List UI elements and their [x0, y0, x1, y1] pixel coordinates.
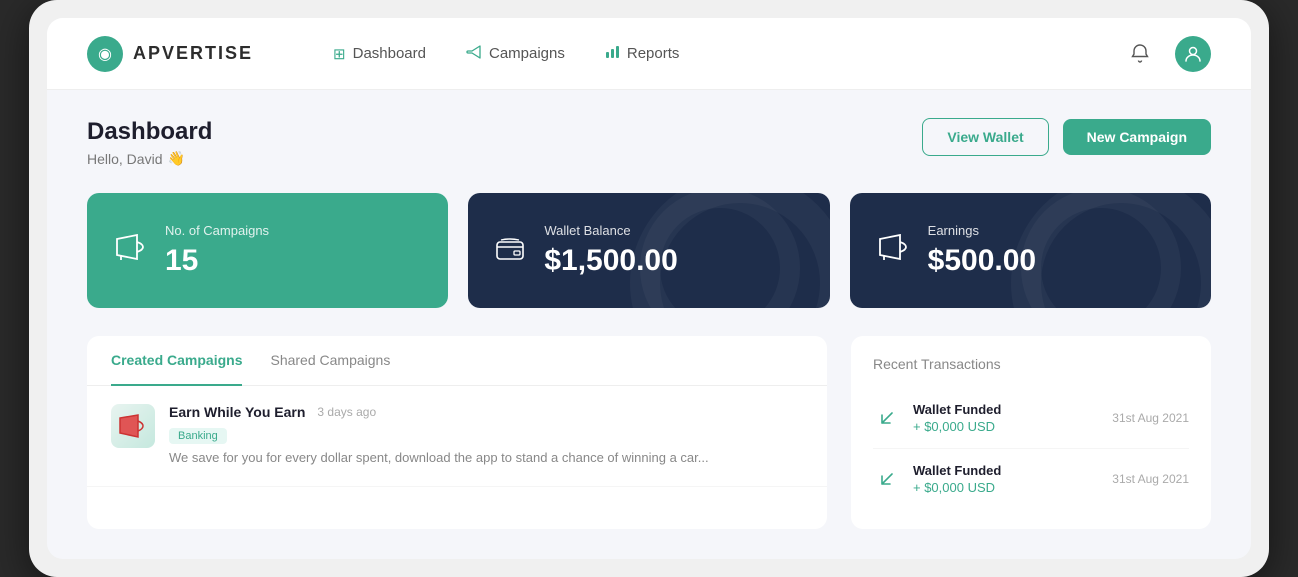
- tx-info-2: Wallet Funded + $0,000 USD: [913, 463, 1100, 495]
- dashboard-icon: ⊞: [333, 45, 346, 63]
- campaign-time: 3 days ago: [317, 405, 376, 419]
- user-avatar-button[interactable]: [1175, 36, 1211, 72]
- page-actions: View Wallet New Campaign: [922, 118, 1211, 156]
- campaign-thumb: [111, 404, 155, 448]
- wallet-stat-label: Wallet Balance: [544, 223, 677, 238]
- transactions-panel-title: Recent Transactions: [873, 356, 1189, 372]
- wallet-stat-value: $1,500.00: [544, 244, 677, 278]
- page-subtitle: Hello, David 👋: [87, 150, 212, 167]
- stat-info-wallet: Wallet Balance $1,500.00: [544, 223, 677, 278]
- page-title-area: Dashboard Hello, David 👋: [87, 118, 212, 167]
- tab-created-campaigns[interactable]: Created Campaigns: [111, 336, 242, 386]
- main-content: Dashboard Hello, David 👋 View Wallet New…: [47, 90, 1251, 559]
- lower-section: Created Campaigns Shared Campaigns: [87, 336, 1211, 529]
- tx-amount-1: + $0,000 USD: [913, 419, 1100, 434]
- nav-link-reports[interactable]: Reports: [605, 38, 680, 69]
- device-frame: ◉ APVERTISE ⊞ Dashboard Campaigns: [29, 0, 1269, 577]
- transaction-item-2: Wallet Funded + $0,000 USD 31st Aug 2021: [873, 449, 1189, 509]
- nav-link-campaigns[interactable]: Campaigns: [466, 39, 565, 69]
- campaign-name: Earn While You Earn: [169, 404, 305, 420]
- subtitle-text: Hello, David: [87, 151, 162, 167]
- logo-area: ◉ APVERTISE: [87, 36, 253, 72]
- tx-label-2: Wallet Funded: [913, 463, 1100, 478]
- stat-card-wallet: Wallet Balance $1,500.00: [468, 193, 829, 308]
- page-header: Dashboard Hello, David 👋 View Wallet New…: [87, 118, 1211, 167]
- stat-info-earnings: Earnings $500.00: [928, 223, 1036, 278]
- tx-date-2: 31st Aug 2021: [1112, 472, 1189, 486]
- campaign-details: Earn While You Earn 3 days ago Banking W…: [169, 404, 803, 468]
- tx-icon-2: [873, 465, 901, 493]
- stat-info-campaigns: No. of Campaigns 15: [165, 223, 269, 278]
- page-title: Dashboard: [87, 118, 212, 146]
- earnings-stat-label: Earnings: [928, 223, 1036, 238]
- view-wallet-button[interactable]: View Wallet: [922, 118, 1048, 156]
- nav-actions: [1123, 36, 1211, 72]
- earnings-stat-value: $500.00: [928, 244, 1036, 278]
- stat-cards: No. of Campaigns 15 Wallet B: [87, 193, 1211, 308]
- tx-date-1: 31st Aug 2021: [1112, 411, 1189, 425]
- wallet-stat-icon: [496, 235, 524, 267]
- tx-icon-1: [873, 404, 901, 432]
- campaign-desc: We save for you for every dollar spent, …: [169, 448, 803, 468]
- screen: ◉ APVERTISE ⊞ Dashboard Campaigns: [47, 18, 1251, 559]
- campaigns-icon: [466, 45, 482, 63]
- earnings-stat-icon: [878, 234, 908, 267]
- tx-label-1: Wallet Funded: [913, 402, 1100, 417]
- stat-card-earnings: Earnings $500.00: [850, 193, 1211, 308]
- nav-links: ⊞ Dashboard Campaigns: [333, 38, 1123, 69]
- stat-card-campaigns: No. of Campaigns 15: [87, 193, 448, 308]
- campaigns-stat-label: No. of Campaigns: [165, 223, 269, 238]
- transaction-item-1: Wallet Funded + $0,000 USD 31st Aug 2021: [873, 388, 1189, 449]
- campaigns-stat-value: 15: [165, 244, 269, 278]
- greeting-emoji: 👋: [167, 150, 184, 167]
- campaigns-stat-icon: [115, 234, 145, 267]
- transactions-panel: Recent Transactions Wallet Funded + $0,0…: [851, 336, 1211, 529]
- campaign-title-row: Earn While You Earn 3 days ago: [169, 404, 803, 420]
- campaign-badge: Banking: [169, 428, 227, 444]
- nav-label-reports: Reports: [627, 45, 680, 62]
- brand-name: APVERTISE: [133, 43, 253, 64]
- campaigns-panel: Created Campaigns Shared Campaigns: [87, 336, 827, 529]
- nav-label-dashboard: Dashboard: [353, 45, 426, 62]
- tab-shared-campaigns[interactable]: Shared Campaigns: [270, 336, 390, 386]
- logo-icon: ◉: [87, 36, 123, 72]
- nav-label-campaigns: Campaigns: [489, 45, 565, 62]
- navbar: ◉ APVERTISE ⊞ Dashboard Campaigns: [47, 18, 1251, 90]
- nav-link-dashboard[interactable]: ⊞ Dashboard: [333, 39, 426, 69]
- reports-icon: [605, 44, 620, 63]
- notifications-button[interactable]: [1123, 37, 1157, 71]
- tx-amount-2: + $0,000 USD: [913, 480, 1100, 495]
- campaign-item: Earn While You Earn 3 days ago Banking W…: [87, 386, 827, 487]
- new-campaign-button[interactable]: New Campaign: [1063, 119, 1211, 155]
- tx-info-1: Wallet Funded + $0,000 USD: [913, 402, 1100, 434]
- tab-bar: Created Campaigns Shared Campaigns: [87, 336, 827, 386]
